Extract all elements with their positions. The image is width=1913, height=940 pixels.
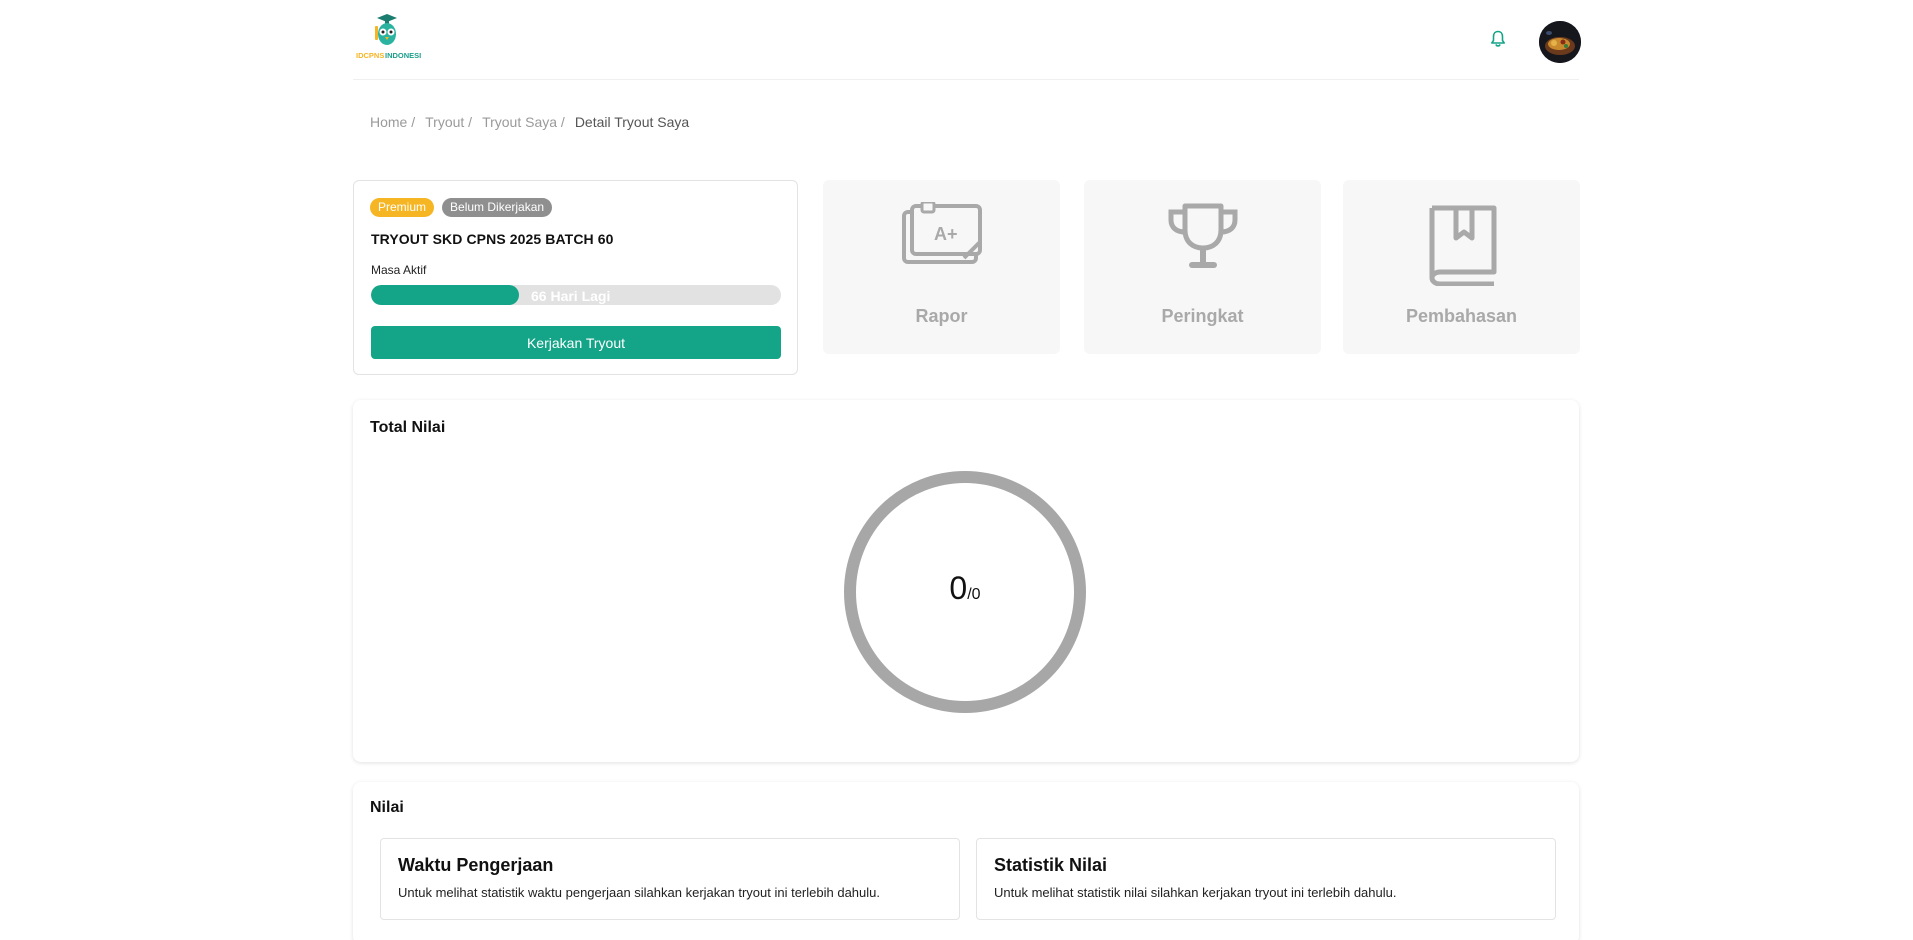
kerjakan-tryout-button[interactable]: Kerjakan Tryout <box>371 326 781 359</box>
tile-peringkat[interactable]: Peringkat <box>1084 180 1321 354</box>
top-navbar: IDCPNS INDONESIA <box>353 0 1581 80</box>
progress-fill <box>371 285 519 305</box>
nilai-title: Nilai <box>370 799 404 816</box>
svg-text:INDONESIA: INDONESIA <box>385 51 421 60</box>
statistik-nilai-desc: Untuk melihat statistik nilai silahkan k… <box>994 885 1397 900</box>
total-nilai-title: Total Nilai <box>370 419 446 436</box>
tile-rapor[interactable]: A+ Rapor <box>823 180 1060 354</box>
report-card-icon: A+ <box>823 202 1060 268</box>
tile-rapor-label: Rapor <box>915 306 968 326</box>
svg-text:A+: A+ <box>934 224 958 244</box>
tile-peringkat-label: Peringkat <box>1161 306 1244 326</box>
idcpns-logo[interactable]: IDCPNS INDONESIA <box>355 12 427 60</box>
remaining-days-text: 66 Hari Lagi <box>531 288 611 304</box>
premium-badge: Premium <box>370 198 435 217</box>
status-badge: Belum Dikerjakan <box>442 198 553 217</box>
tile-pembahasan-label: Pembahasan <box>1405 306 1518 326</box>
statistik-nilai-title: Statistik Nilai <box>994 855 1108 875</box>
waktu-pengerjaan-title: Waktu Pengerjaan <box>398 855 554 875</box>
tile-pembahasan[interactable]: Pembahasan <box>1343 180 1580 354</box>
badge-group: Premium Belum Dikerjakan <box>370 198 553 217</box>
masa-aktif-label: Masa Aktif <box>371 263 427 277</box>
nilai-panel: Nilai Waktu Pengerjaan Untuk melihat sta… <box>353 782 1579 940</box>
tryout-title: TRYOUT SKD CPNS 2025 BATCH 60 <box>371 231 614 247</box>
notification-bell-icon[interactable] <box>1483 24 1513 54</box>
statistik-nilai-card: Statistik Nilai Untuk melihat statistik … <box>976 838 1556 920</box>
breadcrumb-current: Detail Tryout Saya <box>574 114 690 130</box>
waktu-pengerjaan-card: Waktu Pengerjaan Untuk melihat statistik… <box>380 838 960 920</box>
masa-aktif-progress-bar: 66 Hari Lagi <box>371 285 781 305</box>
waktu-pengerjaan-desc: Untuk melihat statistik waktu pengerjaan… <box>398 885 880 900</box>
user-avatar[interactable] <box>1539 21 1581 63</box>
breadcrumb-tryout[interactable]: Tryout / <box>425 114 472 130</box>
breadcrumb-home[interactable]: Home / <box>370 114 415 130</box>
score-max: /0 <box>967 586 981 603</box>
total-nilai-panel: Total Nilai 0/0 <box>353 400 1579 762</box>
book-bookmark-icon <box>1343 202 1580 286</box>
tryout-detail-card: Premium Belum Dikerjakan TRYOUT SKD CPNS… <box>353 180 798 375</box>
breadcrumb: Home / Tryout / Tryout Saya / Detail Try… <box>370 114 689 130</box>
score-value: 0 <box>949 570 968 606</box>
trophy-icon <box>1084 202 1321 274</box>
svg-text:IDCPNS: IDCPNS <box>356 51 384 60</box>
score-display: 0/0 <box>843 570 1087 607</box>
breadcrumb-tryout-saya[interactable]: Tryout Saya / <box>482 114 565 130</box>
score-ring: 0/0 <box>843 470 1087 714</box>
